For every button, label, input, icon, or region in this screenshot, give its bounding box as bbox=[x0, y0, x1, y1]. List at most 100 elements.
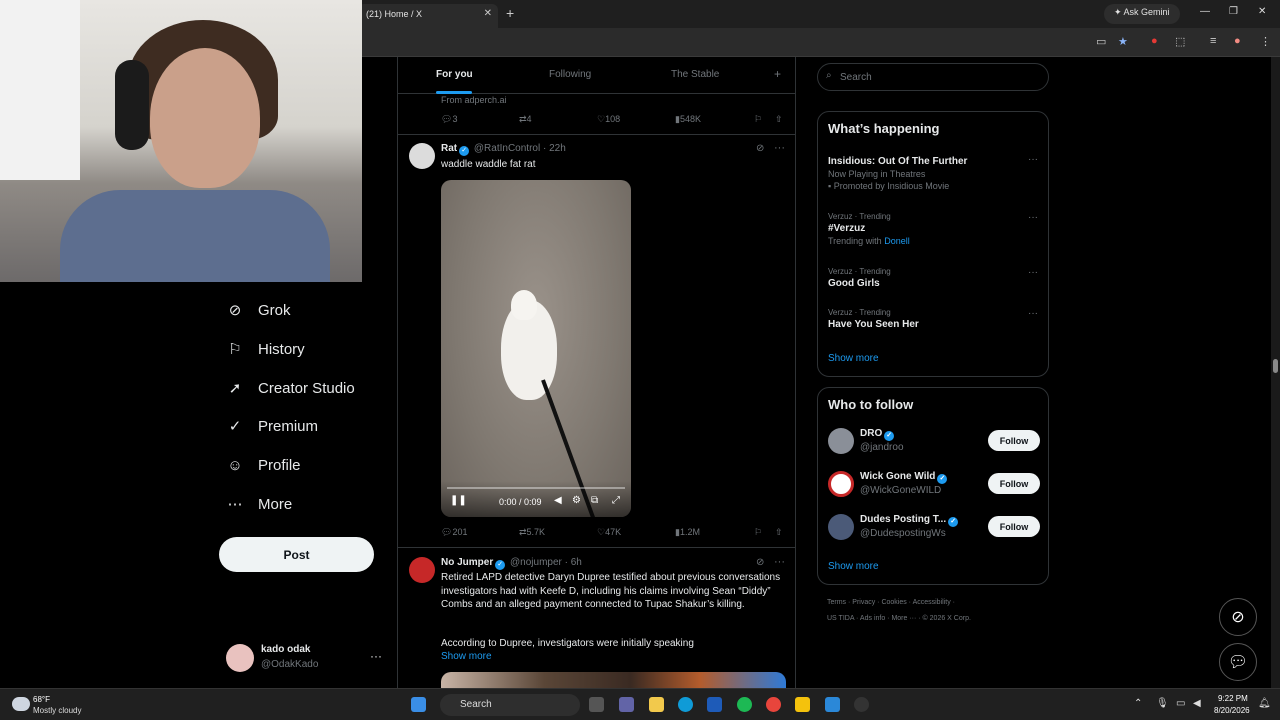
windows-start-icon[interactable] bbox=[411, 697, 426, 712]
video-progress-bar[interactable] bbox=[447, 487, 625, 489]
browser-menu-icon[interactable]: ⋮ bbox=[1260, 35, 1271, 48]
more-dots-icon[interactable]: ··· bbox=[774, 142, 785, 154]
footer-links[interactable]: Terms · Privacy · Cookies · Accessibilit… bbox=[827, 599, 1027, 606]
share-icon[interactable]: ⇧ bbox=[775, 527, 783, 538]
task-view-icon[interactable] bbox=[589, 697, 604, 712]
weather-temp[interactable]: 68°F bbox=[33, 695, 50, 704]
follow-button[interactable]: Follow bbox=[988, 430, 1040, 451]
pause-icon[interactable]: ❚❚ bbox=[450, 495, 467, 506]
tweet-video[interactable]: ❚❚ 0:00 / 0:09 ◀︎ ⚙ ⧉ ⤢ bbox=[441, 180, 631, 517]
tab-following[interactable]: Following bbox=[549, 69, 591, 80]
more-dots-icon[interactable]: ··· bbox=[774, 556, 785, 568]
messages-fab-icon[interactable]: 💬︎ bbox=[1219, 643, 1257, 681]
cast-icon[interactable]: ▭ bbox=[1096, 35, 1106, 48]
bookmark-icon[interactable]: ⚐ bbox=[754, 527, 762, 538]
follow-button[interactable]: Follow bbox=[988, 473, 1040, 494]
bookmark-star-icon[interactable]: ★ bbox=[1118, 35, 1128, 48]
like-button[interactable]: ♡ 108 bbox=[597, 114, 620, 125]
taskbar-search[interactable]: Search bbox=[440, 694, 580, 716]
tab-the-stable[interactable]: The Stable bbox=[671, 69, 719, 80]
spotify-icon[interactable] bbox=[737, 697, 752, 712]
pip-icon[interactable]: ⧉ bbox=[591, 495, 598, 506]
trend-item[interactable]: Verzuz · Trending Good Girls ··· bbox=[828, 267, 1038, 289]
author-handle[interactable]: @nojumper bbox=[510, 557, 562, 568]
more-dots-icon[interactable]: ··· bbox=[1028, 154, 1038, 165]
edge-icon[interactable] bbox=[678, 697, 693, 712]
add-tab-icon[interactable]: + bbox=[774, 67, 781, 81]
show-more-link[interactable]: Show more bbox=[441, 651, 492, 662]
post-button[interactable]: Post bbox=[219, 537, 374, 572]
extension-red-icon[interactable]: ● bbox=[1151, 35, 1158, 47]
trend-item[interactable]: Verzuz · Trending #Verzuz Trending with … bbox=[828, 212, 1038, 246]
scrollbar[interactable] bbox=[1271, 57, 1280, 688]
avatar[interactable] bbox=[828, 471, 854, 497]
follow-suggestion[interactable]: DRO ✓ @jandroo Follow bbox=[828, 428, 1040, 458]
repost-button[interactable]: ⇄ 5.7K bbox=[519, 527, 545, 538]
more-dots-icon[interactable]: ··· bbox=[1028, 212, 1038, 223]
avatar[interactable] bbox=[409, 557, 435, 583]
nav-item-grok[interactable]: ⊘ Grok bbox=[226, 296, 291, 324]
clock-time[interactable]: 9:22 PM bbox=[1218, 694, 1248, 703]
trend-link[interactable]: Donell bbox=[884, 236, 910, 246]
author-handle[interactable]: @RatInControl bbox=[474, 143, 540, 154]
show-more-link[interactable]: Show more bbox=[828, 353, 879, 364]
reply-button[interactable]: 💬︎ 3 bbox=[441, 114, 457, 125]
like-button[interactable]: ♡ 47K bbox=[597, 527, 621, 538]
volume-icon[interactable]: ◀︎ bbox=[554, 495, 562, 506]
ask-gemini-button[interactable]: ✦ Ask Gemini bbox=[1104, 4, 1180, 24]
grok-icon[interactable]: ⊘ bbox=[756, 143, 764, 154]
tray-chevron-icon[interactable]: ⌃ bbox=[1134, 698, 1142, 709]
store-icon[interactable] bbox=[707, 697, 722, 712]
avatar[interactable] bbox=[828, 514, 854, 540]
minimize-icon[interactable]: — bbox=[1200, 6, 1210, 17]
volume-icon[interactable]: ◀︎ bbox=[1193, 698, 1201, 709]
close-tab-icon[interactable]: ✕ bbox=[484, 8, 492, 19]
scroll-thumb[interactable] bbox=[1273, 359, 1278, 373]
browser-tab[interactable]: (21) Home / X ✕ bbox=[358, 4, 498, 28]
new-tab-icon[interactable]: + bbox=[506, 5, 514, 21]
extensions-icon[interactable]: ⬚ bbox=[1175, 35, 1185, 48]
nav-item-history[interactable]: ⚐ History bbox=[226, 335, 304, 363]
nav-item-premium[interactable]: ✓ Premium bbox=[226, 412, 318, 440]
clock-date[interactable]: 8/20/2026 bbox=[1214, 706, 1250, 715]
footer-links-2[interactable]: US TIDA · Ads info · More ··· · © 2026 X… bbox=[827, 615, 1027, 622]
chrome-icon[interactable] bbox=[766, 697, 781, 712]
follow-suggestion[interactable]: Dudes Posting T... ✓ @DudespostingWs Foll… bbox=[828, 514, 1040, 544]
trend-item[interactable]: Insidious: Out Of The Further Now Playin… bbox=[828, 154, 1038, 191]
file-explorer-icon[interactable] bbox=[649, 697, 664, 712]
share-icon[interactable]: ⇧ bbox=[775, 114, 783, 125]
nav-item-more[interactable]: ⋯ More bbox=[226, 490, 293, 518]
profile-avatar-icon[interactable]: ● bbox=[1234, 35, 1241, 47]
fullscreen-icon[interactable]: ⤢ bbox=[612, 495, 620, 506]
weather-cloud-icon[interactable] bbox=[12, 697, 30, 711]
obs-icon[interactable] bbox=[854, 697, 869, 712]
photos-icon[interactable] bbox=[825, 697, 840, 712]
follow-button[interactable]: Follow bbox=[988, 516, 1040, 537]
network-icon[interactable]: ▭ bbox=[1176, 698, 1185, 709]
more-dots-icon[interactable]: ··· bbox=[1028, 308, 1038, 319]
reply-button[interactable]: 💬︎ 201 bbox=[441, 527, 467, 538]
trend-item[interactable]: Verzuz · Trending Have You Seen Her ··· bbox=[828, 308, 1038, 330]
author-name[interactable]: No Jumper bbox=[441, 557, 493, 568]
app-icon[interactable] bbox=[795, 697, 810, 712]
notification-icon[interactable]: 🔔︎ bbox=[1258, 698, 1271, 709]
more-dots-icon[interactable]: ··· bbox=[1028, 267, 1038, 278]
follow-suggestion[interactable]: Wick Gone Wild ✓ @WickGoneWILD Follow bbox=[828, 471, 1040, 501]
show-more-link[interactable]: Show more bbox=[828, 561, 879, 572]
account-switcher[interactable]: kado odak @OdakKado ··· bbox=[226, 641, 386, 681]
grok-fab-icon[interactable]: ⊘ bbox=[1219, 598, 1257, 636]
weather-desc[interactable]: Mostly cloudy bbox=[33, 706, 81, 715]
reading-list-icon[interactable]: ≡ bbox=[1210, 35, 1216, 47]
tweet-image[interactable] bbox=[441, 672, 786, 688]
bookmark-icon[interactable]: ⚐ bbox=[754, 114, 762, 125]
mic-icon[interactable]: 🎙︎ bbox=[1156, 698, 1169, 709]
search-input[interactable]: Search bbox=[817, 63, 1049, 91]
views-button[interactable]: ▮ 548K bbox=[675, 114, 701, 125]
views-button[interactable]: ▮ 1.2M bbox=[675, 527, 700, 538]
grok-icon[interactable]: ⊘ bbox=[756, 557, 764, 568]
author-name[interactable]: Rat bbox=[441, 143, 457, 154]
teams-icon[interactable] bbox=[619, 697, 634, 712]
nav-item-creator-studio[interactable]: ➚ Creator Studio bbox=[226, 374, 355, 402]
nav-item-profile[interactable]: ☺ Profile bbox=[226, 451, 300, 479]
close-window-icon[interactable]: ✕ bbox=[1258, 6, 1266, 17]
